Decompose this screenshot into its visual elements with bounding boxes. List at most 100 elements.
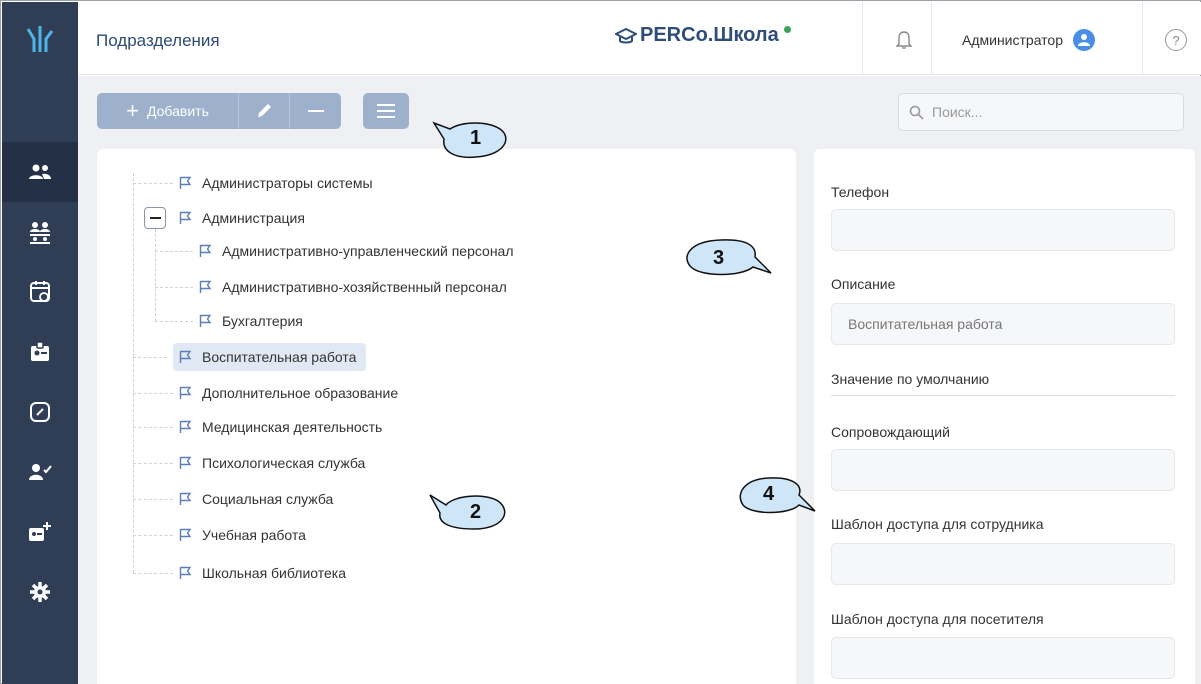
flag-icon xyxy=(179,386,192,399)
tree-line xyxy=(155,229,156,321)
nav-settings[interactable] xyxy=(2,562,78,622)
search-icon xyxy=(909,105,924,120)
collapse-toggle[interactable] xyxy=(144,207,166,229)
divider xyxy=(1142,2,1143,75)
tree-line xyxy=(133,173,134,573)
callout-2: 2 xyxy=(428,491,514,536)
add-button[interactable]: + Добавить xyxy=(97,93,238,129)
tree-item[interactable]: Административно-хозяйственный персонал xyxy=(199,273,507,301)
tree-item[interactable]: Администраторы системы xyxy=(179,169,373,197)
tree-item[interactable]: Социальная служба xyxy=(179,485,333,513)
callout-4: 4 xyxy=(737,475,817,522)
tree-item[interactable]: Административно-управленческий персонал xyxy=(199,237,514,265)
escort-field[interactable] xyxy=(831,449,1175,491)
departments-icon xyxy=(29,164,51,179)
tree-item-selected[interactable]: Воспитательная работа xyxy=(173,343,367,371)
flag-icon xyxy=(179,176,192,189)
main-content: + Добавить Поиск... Администраторы систе… xyxy=(78,76,1201,684)
tree-item-label: Административно-хозяйственный персонал xyxy=(222,279,507,295)
departments-tree: Администраторы системы Администрация Адм… xyxy=(97,149,796,684)
minus-icon xyxy=(307,110,324,112)
tree-item[interactable]: Психологическая служба xyxy=(179,449,365,477)
tree-line xyxy=(155,251,193,252)
phone-field[interactable] xyxy=(831,209,1175,251)
graduation-cap-icon xyxy=(615,27,637,43)
callout-number: 4 xyxy=(763,483,775,505)
badge-icon xyxy=(31,341,49,361)
tree-line xyxy=(155,321,193,322)
app-logo[interactable] xyxy=(2,2,78,76)
top-bar: Подразделения PERCo.Школа Администратор xyxy=(78,2,1201,75)
bell-icon xyxy=(896,31,912,49)
divider xyxy=(831,395,1175,396)
perco-logo-icon xyxy=(26,26,54,52)
tree-item-label: Учебная работа xyxy=(202,527,306,543)
brand-logo: PERCo.Школа xyxy=(615,24,791,47)
nav-badges[interactable] xyxy=(2,322,78,382)
description-field[interactable]: Воспитательная работа xyxy=(831,303,1175,345)
tree-item[interactable]: Дополнительное образование xyxy=(179,379,398,407)
tree-item-label: Медицинская деятельность xyxy=(202,419,383,435)
groups-icon xyxy=(30,222,50,244)
tree-item[interactable]: Медицинская деятельность xyxy=(179,413,382,441)
brand-text: PERCo.Школа xyxy=(640,24,779,46)
notifications-button[interactable] xyxy=(878,24,930,56)
tree-line xyxy=(133,427,173,428)
phone-label: Телефон xyxy=(831,184,890,200)
default-value-label: Значение по умолчанию xyxy=(831,371,990,387)
escort-label: Сопровождающий xyxy=(831,424,950,440)
tree-item-label: Дополнительное образование xyxy=(202,385,399,401)
tree-line xyxy=(133,463,173,464)
tree-line xyxy=(133,573,173,574)
callout-number: 3 xyxy=(713,247,725,269)
callout-1: 1 xyxy=(432,119,514,164)
visitor-template-field[interactable] xyxy=(831,637,1175,679)
tree-item-label: Психологическая служба xyxy=(202,455,366,471)
add-button-label: Добавить xyxy=(146,103,209,119)
help-button[interactable]: ? xyxy=(1165,29,1187,51)
pencil-icon xyxy=(258,104,271,117)
plus-icon: + xyxy=(126,98,139,123)
nav-groups[interactable] xyxy=(2,202,78,262)
divider xyxy=(931,2,932,75)
nav-calendar[interactable] xyxy=(2,262,78,322)
nav-verification[interactable] xyxy=(2,442,78,502)
online-status-dot xyxy=(783,26,791,33)
flag-icon xyxy=(179,492,192,505)
menu-button[interactable] xyxy=(363,93,409,129)
tree-item[interactable]: Школьная библиотека xyxy=(179,559,346,587)
app-window: Подразделения PERCo.Школа Администратор xyxy=(0,0,1201,684)
tree-item[interactable]: Учебная работа xyxy=(179,521,306,549)
sidebar xyxy=(2,2,78,684)
nav-links[interactable] xyxy=(2,382,78,442)
description-label: Описание xyxy=(831,276,896,292)
user-name: Администратор xyxy=(962,32,1064,48)
calendar-icon xyxy=(30,281,50,302)
tree-line xyxy=(133,357,167,358)
flag-icon xyxy=(179,456,192,469)
employee-template-field[interactable] xyxy=(831,543,1175,585)
nav-issue-card[interactable] xyxy=(2,502,78,562)
edit-button[interactable] xyxy=(238,93,289,129)
user-icon xyxy=(1078,34,1091,46)
user-menu[interactable]: Администратор xyxy=(962,29,1096,51)
remove-button[interactable] xyxy=(289,93,341,129)
flag-icon xyxy=(179,566,192,579)
tree-line xyxy=(133,183,173,184)
tree-item[interactable]: Администрация xyxy=(179,204,305,232)
avatar xyxy=(1073,29,1096,51)
callout-bubble-icon xyxy=(739,477,816,514)
search-box[interactable] xyxy=(898,93,1184,131)
flag-icon xyxy=(179,350,192,363)
page-title: Подразделения xyxy=(96,31,220,50)
tree-item-label: Администраторы системы xyxy=(202,175,373,191)
properties-panel: Телефон Описание Воспитательная работа З… xyxy=(814,149,1195,684)
search-input[interactable] xyxy=(932,104,1172,120)
tree-item-label: Школьная библиотека xyxy=(202,565,346,581)
flag-icon xyxy=(179,211,192,224)
tree-line xyxy=(155,287,193,288)
flag-icon xyxy=(199,314,212,327)
nav-departments[interactable] xyxy=(2,142,78,202)
tree-item[interactable]: Бухгалтерия xyxy=(199,307,303,335)
callout-number: 1 xyxy=(470,127,482,149)
